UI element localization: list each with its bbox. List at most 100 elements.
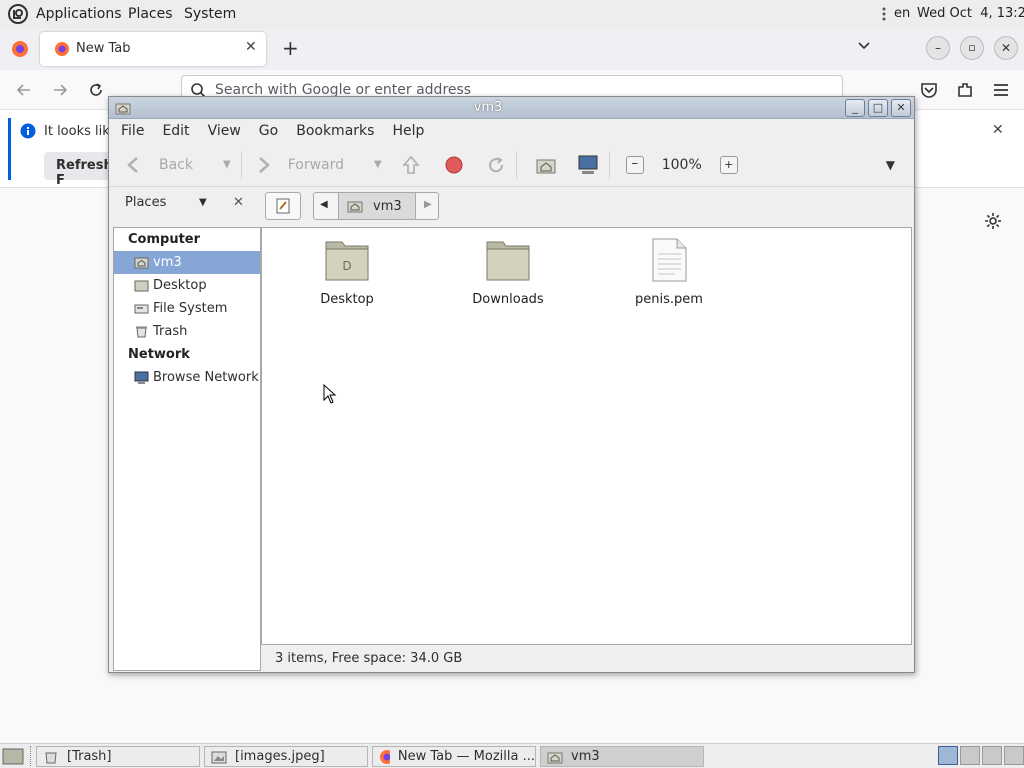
workspace-2[interactable] (960, 746, 980, 765)
desktop-folder-icon (134, 280, 149, 292)
path-bar: ◀ vm3 ▶ (313, 192, 439, 220)
tab-title: New Tab (76, 41, 131, 56)
network-icon (134, 371, 149, 384)
keyboard-layout[interactable]: en (894, 6, 910, 21)
chevron-down-icon[interactable] (856, 38, 872, 54)
task-images-jpeg[interactable]: [images.jpeg] (204, 746, 368, 767)
path-right-arrow-icon[interactable]: ▶ (424, 199, 432, 210)
panel-handle-icon (882, 5, 886, 23)
statusbar: 3 items, Free space: 34.0 GB (261, 645, 912, 671)
sidebar-item-file-system[interactable]: File System (114, 297, 260, 320)
close-tab-icon[interactable]: ✕ (245, 39, 257, 55)
workspace-1[interactable] (938, 746, 958, 765)
menu-go[interactable]: Go (259, 123, 278, 139)
gear-icon[interactable] (984, 212, 1002, 230)
forward-arrow-icon[interactable] (50, 80, 70, 100)
menu-view[interactable]: View (208, 123, 241, 139)
back-icon (127, 156, 138, 173)
window-close-button[interactable]: ✕ (891, 99, 911, 117)
firefox-view-icon[interactable] (11, 40, 29, 58)
menu-hamburger-icon[interactable] (992, 81, 1010, 99)
forward-history-dropdown-icon[interactable]: ▼ (374, 159, 382, 170)
home-folder-icon (547, 752, 563, 763)
file-item-desktop[interactable]: D Desktop (287, 238, 407, 307)
bottom-panel: [Trash] [images.jpeg] New Tab — Mozilla … (0, 743, 1024, 768)
tab-new-tab[interactable]: New Tab ✕ (40, 32, 266, 66)
file-item-downloads[interactable]: Downloads (448, 238, 568, 307)
window-maximize-button[interactable]: □ (868, 99, 888, 117)
edit-icon (276, 198, 290, 214)
firefox-tabbar: New Tab ✕ + – ▫ ✕ (0, 28, 1024, 70)
file-manager-window: vm3 _ □ ✕ File Edit View Go Bookmarks He… (108, 96, 915, 673)
folder-desktop-icon: D (325, 241, 369, 281)
file-item-penis-pem[interactable]: penis.pem (609, 238, 729, 307)
places-dropdown-icon[interactable]: ▼ (199, 197, 207, 208)
zoom-out-button[interactable]: – (625, 155, 644, 174)
toolbar: Back ▼ Forward ▼ – 100% + ▼ (109, 143, 914, 187)
refresh-firefox-button[interactable]: Refresh F (44, 152, 114, 188)
new-tab-button[interactable]: + (282, 36, 299, 60)
path-button-vm3[interactable]: vm3 (338, 192, 416, 220)
mate-logo-icon[interactable] (8, 4, 28, 24)
menu-edit[interactable]: Edit (162, 123, 189, 139)
computer-icon[interactable] (577, 154, 599, 176)
menu-help[interactable]: Help (392, 123, 424, 139)
task-trash[interactable]: [Trash] (36, 746, 200, 767)
sidebar-item-desktop[interactable]: Desktop (114, 274, 260, 297)
back-arrow-icon[interactable] (14, 80, 34, 100)
icon-view[interactable]: D Desktop Downloads penis.pem (261, 227, 912, 645)
up-arrow-icon[interactable] (400, 154, 422, 176)
toolbar-separator (240, 150, 242, 179)
minimize-button[interactable]: – (926, 36, 950, 60)
toggle-location-entry-button[interactable] (265, 192, 301, 220)
image-file-icon (211, 751, 227, 763)
clock[interactable]: Wed Oct 4, 13:22 (917, 6, 1024, 21)
toolbar-separator (608, 150, 610, 179)
pocket-icon[interactable] (920, 81, 938, 99)
maximize-button[interactable]: ▫ (960, 36, 984, 60)
places-menu[interactable]: Places (128, 6, 173, 22)
system-menu[interactable]: System (184, 6, 236, 22)
back-button[interactable]: Back ▼ (123, 151, 231, 179)
menubar: File Edit View Go Bookmarks Help (109, 119, 914, 143)
svg-text:D: D (342, 259, 351, 273)
places-label[interactable]: Places (125, 195, 166, 210)
window-minimize-button[interactable]: _ (845, 99, 865, 117)
home-icon[interactable] (535, 155, 557, 175)
extensions-icon[interactable] (956, 81, 974, 99)
sidebar-heading-computer: Computer (128, 232, 201, 247)
home-folder-icon (134, 257, 149, 269)
sidebar-item-trash[interactable]: Trash (114, 320, 260, 343)
reload-icon[interactable] (86, 80, 106, 100)
stop-icon[interactable] (444, 155, 464, 175)
forward-icon (258, 156, 270, 173)
zoom-in-button[interactable]: + (719, 155, 738, 174)
show-desktop-icon[interactable] (2, 746, 24, 766)
menu-bookmarks[interactable]: Bookmarks (296, 123, 374, 139)
close-sidebar-icon[interactable]: ✕ (233, 195, 244, 210)
path-left-arrow-icon[interactable]: ◀ (320, 199, 328, 210)
task-vm3[interactable]: vm3 (540, 746, 704, 767)
sidebar-item-vm3[interactable]: vm3 (114, 251, 260, 274)
workspace-3[interactable] (982, 746, 1002, 765)
back-history-dropdown-icon[interactable]: ▼ (223, 159, 231, 170)
zoom-level[interactable]: 100% (662, 157, 702, 173)
workspace-4[interactable] (1004, 746, 1024, 765)
window-titlebar[interactable]: vm3 _ □ ✕ (109, 97, 914, 119)
window-title: vm3 (473, 100, 503, 115)
reload-icon[interactable] (486, 155, 506, 175)
task-firefox[interactable]: New Tab — Mozilla ... (372, 746, 536, 767)
close-notification-icon[interactable]: ✕ (992, 122, 1004, 138)
menu-file[interactable]: File (121, 123, 144, 139)
toolbar-overflow-icon[interactable]: ▼ (886, 158, 895, 172)
forward-button[interactable]: Forward ▼ (252, 151, 382, 179)
location-bar: Places ▼ ✕ ◀ vm3 ▶ (109, 187, 914, 225)
close-window-button[interactable]: ✕ (994, 36, 1018, 60)
folder-icon (486, 241, 530, 281)
top-panel: Applications Places System en Wed Oct 4,… (0, 0, 1024, 28)
sidebar-item-browse-network[interactable]: Browse Network (114, 366, 260, 389)
toolbar-separator (515, 150, 517, 179)
places-sidebar: Computer vm3 Desktop File System Trash N… (113, 227, 261, 671)
applications-menu[interactable]: Applications (36, 6, 122, 22)
drive-icon (134, 304, 149, 314)
